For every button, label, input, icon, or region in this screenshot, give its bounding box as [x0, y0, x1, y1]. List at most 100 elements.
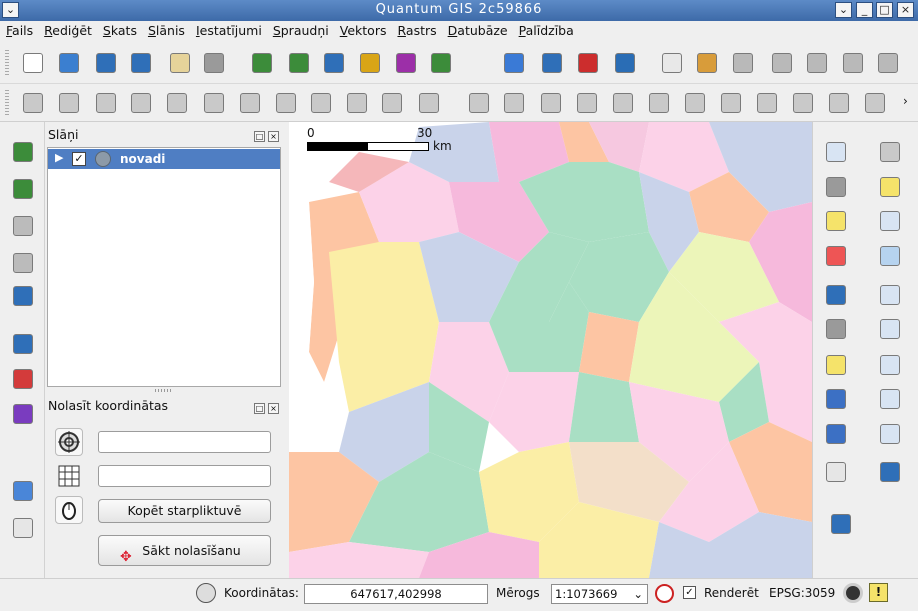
add-spatialite-icon[interactable] — [9, 249, 37, 277]
split-icon[interactable] — [415, 89, 443, 117]
layer-properties-icon[interactable] — [693, 49, 721, 77]
crs-label[interactable]: EPSG:3059 — [769, 586, 835, 600]
simplify-icon[interactable] — [378, 89, 406, 117]
new-layer-icon[interactable] — [9, 365, 37, 393]
start-capture-button[interactable]: ✥ Sākt nolasīšanu — [98, 535, 271, 566]
menu-rastrs[interactable]: Rastrs — [391, 21, 441, 38]
close-button[interactable]: × — [897, 2, 914, 18]
reshape-icon[interactable] — [717, 89, 745, 117]
refresh-icon[interactable] — [876, 458, 904, 486]
save-layer-edits-icon[interactable] — [92, 89, 120, 117]
add-feature-icon[interactable] — [127, 89, 155, 117]
menu-skats[interactable]: Skats — [97, 21, 142, 38]
tag-icon[interactable] — [839, 49, 867, 77]
menu-rediget[interactable]: Rediģēt — [38, 21, 97, 38]
toolbar-grip[interactable] — [5, 90, 9, 116]
delete-part-icon[interactable] — [681, 89, 709, 117]
fill-ring-icon[interactable] — [609, 89, 637, 117]
mouse-coords-icon[interactable] — [196, 583, 216, 603]
save-as-icon[interactable] — [127, 49, 155, 77]
paste-features-icon[interactable] — [343, 89, 371, 117]
menu-fails[interactable]: Fails — [0, 21, 38, 38]
merge-features-icon[interactable] — [825, 89, 853, 117]
grid-icon[interactable] — [9, 400, 37, 428]
add-spatialite-layer-icon[interactable] — [356, 49, 384, 77]
save-edits-icon[interactable] — [19, 89, 47, 117]
layer-tree[interactable]: ▶ ✓ novadi — [47, 147, 281, 387]
menu-slanis[interactable]: Slānis — [142, 21, 190, 38]
scale-combo[interactable]: 1:1073669 ⌄ — [551, 584, 648, 604]
coord-field-crs[interactable] — [98, 431, 271, 453]
identify-icon[interactable] — [822, 138, 850, 166]
panel-splitter[interactable] — [155, 389, 173, 392]
add-postgis-icon[interactable] — [9, 212, 37, 240]
select-feature-icon[interactable] — [822, 207, 850, 235]
attribute-table-icon[interactable] — [822, 281, 850, 309]
action-gear-icon[interactable] — [822, 173, 850, 201]
measure-tool-icon[interactable] — [9, 330, 37, 358]
toolbar-grip[interactable] — [5, 50, 9, 76]
warning-icon[interactable]: ! — [869, 583, 888, 602]
zoom-to-layer-icon[interactable] — [876, 315, 904, 343]
delete-selected-icon[interactable] — [236, 89, 264, 117]
menu-datubaze[interactable]: Datubāze — [442, 21, 513, 38]
add-vector-icon[interactable] — [9, 138, 37, 166]
copy-to-clipboard-button[interactable]: Kopēt starpliktuvē — [98, 499, 271, 523]
minimize-line-button[interactable]: _ — [856, 2, 873, 18]
coord-field-map[interactable] — [98, 465, 271, 487]
show-hide-icon[interactable] — [768, 49, 796, 77]
minimize-button[interactable]: ⌄ — [835, 2, 852, 18]
add-part-icon[interactable] — [573, 89, 601, 117]
annotation-icon[interactable] — [822, 351, 850, 379]
menu-palidziba[interactable]: Palīdzība — [513, 21, 579, 38]
mouse-track-icon[interactable] — [55, 496, 83, 524]
database-icon[interactable] — [827, 510, 855, 538]
help-book-icon[interactable] — [9, 477, 37, 505]
menu-vektors[interactable]: Vektors — [334, 21, 392, 38]
add-raster-layer-icon[interactable] — [285, 49, 313, 77]
add-mssql-layer-icon[interactable] — [392, 49, 420, 77]
home-icon[interactable] — [822, 420, 850, 448]
crs-icon[interactable] — [55, 428, 83, 456]
projection-icon[interactable] — [843, 583, 863, 603]
label-icon[interactable] — [658, 49, 686, 77]
add-vector-layer-icon[interactable] — [248, 49, 276, 77]
pan-icon[interactable] — [876, 138, 904, 166]
offset-curve-icon[interactable] — [753, 89, 781, 117]
map-tips-icon[interactable] — [822, 385, 850, 413]
stop-render-icon[interactable] — [655, 584, 674, 603]
delete-ring-icon[interactable] — [645, 89, 673, 117]
zoom-last-icon[interactable] — [876, 385, 904, 413]
zoom-in-icon[interactable] — [876, 207, 904, 235]
gps-icon[interactable] — [611, 49, 639, 77]
zoom-full-icon[interactable] — [876, 281, 904, 309]
digitize-icon[interactable] — [55, 89, 83, 117]
zoom-out-icon[interactable] — [876, 242, 904, 270]
whats-this-icon[interactable] — [9, 514, 37, 542]
measure-line-icon[interactable] — [822, 315, 850, 343]
pan-to-selection-icon[interactable] — [876, 173, 904, 201]
redo-icon[interactable] — [500, 89, 528, 117]
undo-icon[interactable] — [465, 89, 493, 117]
move-feature-icon[interactable] — [163, 89, 191, 117]
plugin-icon[interactable] — [874, 49, 902, 77]
text-annotation-icon[interactable] — [822, 458, 850, 486]
close-panel-button[interactable]: × — [268, 403, 279, 414]
add-raster-icon[interactable] — [9, 175, 37, 203]
float-panel-button[interactable]: □ — [254, 403, 265, 414]
add-postgis-layer-icon[interactable] — [320, 49, 348, 77]
coord-value-field[interactable]: 647617,402998 — [304, 584, 488, 604]
maximize-button[interactable]: □ — [876, 2, 893, 18]
grid-crs-icon[interactable] — [55, 462, 83, 490]
cut-features-icon[interactable] — [272, 89, 300, 117]
menu-iestatijumi[interactable]: Iestatījumi — [190, 21, 267, 38]
add-wms-layer-icon[interactable] — [427, 49, 455, 77]
add-wfs-layer-icon[interactable] — [500, 49, 528, 77]
remove-layer-icon[interactable] — [574, 49, 602, 77]
map-canvas[interactable]: 0 30 km — [289, 122, 812, 578]
node-tool-icon[interactable] — [200, 89, 228, 117]
expand-arrow-icon[interactable]: ▶ — [55, 151, 63, 164]
add-wms-icon[interactable] — [9, 282, 37, 310]
copy-features-icon[interactable] — [307, 89, 335, 117]
split-parts-icon[interactable] — [789, 89, 817, 117]
